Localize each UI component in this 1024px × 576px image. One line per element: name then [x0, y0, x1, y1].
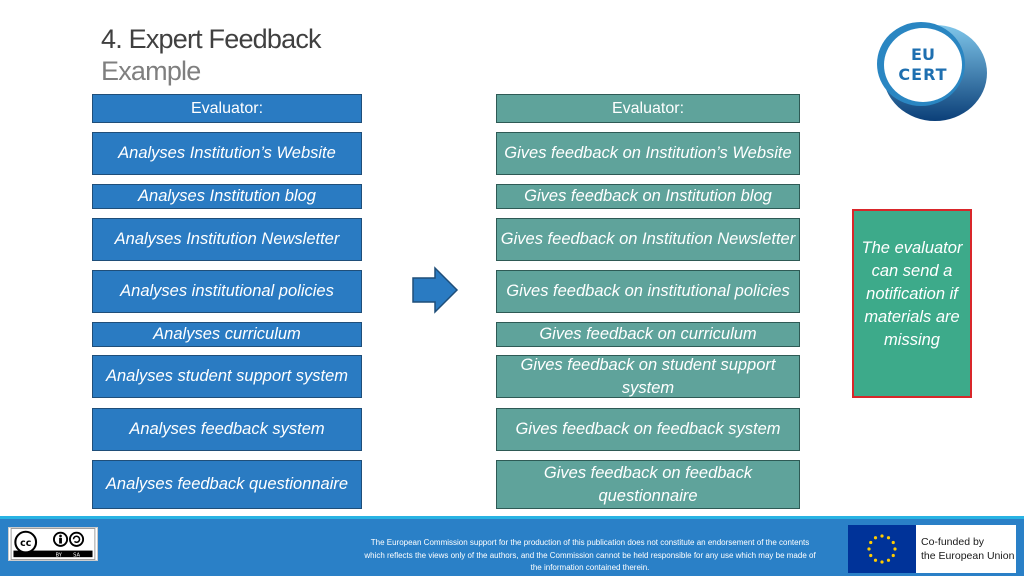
eu-cofunded-line1: Co-funded by: [921, 536, 985, 548]
logo-text-cert: CERT: [898, 65, 947, 84]
right-item-student-support: Gives feedback on student support system: [496, 355, 800, 398]
eu-cofunded-line2: the European Union: [921, 550, 1015, 562]
cc-by-sa-license-icon: cc BY SA: [8, 527, 98, 561]
left-item-newsletter: Analyses Institution Newsletter: [92, 218, 362, 261]
left-item-website: Analyses Institution’s Website: [92, 132, 362, 175]
right-item-website: Gives feedback on Institution’s Website: [496, 132, 800, 175]
right-item-policies: Gives feedback on institutional policies: [496, 270, 800, 313]
left-item-policies: Analyses institutional policies: [92, 270, 362, 313]
page-subtitle: Example: [101, 56, 201, 86]
right-arrow-icon: [412, 266, 459, 314]
right-item-feedback-questionnaire: Gives feedback on feedback questionnaire: [496, 460, 800, 509]
eu-flag-star: [891, 540, 895, 545]
eu-flag-star: [891, 553, 895, 558]
right-item-blog: Gives feedback on Institution blog: [496, 184, 800, 209]
eu-disclaimer-text: The European Commission support for the …: [364, 538, 816, 572]
eu-flag-star: [893, 547, 897, 551]
eu-flag-star: [880, 534, 884, 538]
left-item-curriculum: Analyses curriculum: [92, 322, 362, 347]
page-title: 4. Expert Feedback: [101, 24, 322, 54]
right-header-evaluator: Evaluator:: [496, 94, 800, 123]
logo-text-eu: EU: [911, 45, 935, 64]
eu-cofunded-badge: Co-funded by the European Union: [848, 525, 1016, 573]
eu-flag-star: [886, 536, 891, 540]
eu-flag-star: [873, 558, 878, 562]
left-header-evaluator: Evaluator:: [92, 94, 362, 123]
eu-flag-icon: [848, 525, 916, 573]
eu-cofunded-text: Co-funded by the European Union: [916, 535, 1014, 563]
license-sa-label: SA: [73, 553, 80, 559]
eu-flag-star: [886, 558, 891, 562]
right-item-newsletter: Gives feedback on Institution Newsletter: [496, 218, 800, 261]
eu-flag-star: [869, 553, 873, 558]
eu-cert-logo: EU CERT: [877, 22, 987, 121]
svg-text:cc: cc: [20, 538, 31, 549]
left-item-blog: Analyses Institution blog: [92, 184, 362, 209]
left-item-feedback-questionnaire: Analyses feedback questionnaire: [92, 460, 362, 509]
left-item-feedback-system: Analyses feedback system: [92, 408, 362, 451]
left-item-student-support: Analyses student support system: [92, 355, 362, 398]
right-item-feedback-system: Gives feedback on feedback system: [496, 408, 800, 451]
eu-flag-star: [880, 560, 884, 564]
missing-materials-note: The evaluator can send a notification if…: [852, 209, 972, 398]
eu-flag-star: [873, 536, 878, 540]
eu-flag-star: [869, 540, 873, 545]
right-item-curriculum: Gives feedback on curriculum: [496, 322, 800, 347]
license-by-label: BY: [55, 553, 62, 559]
eu-flag-star: [867, 547, 871, 551]
